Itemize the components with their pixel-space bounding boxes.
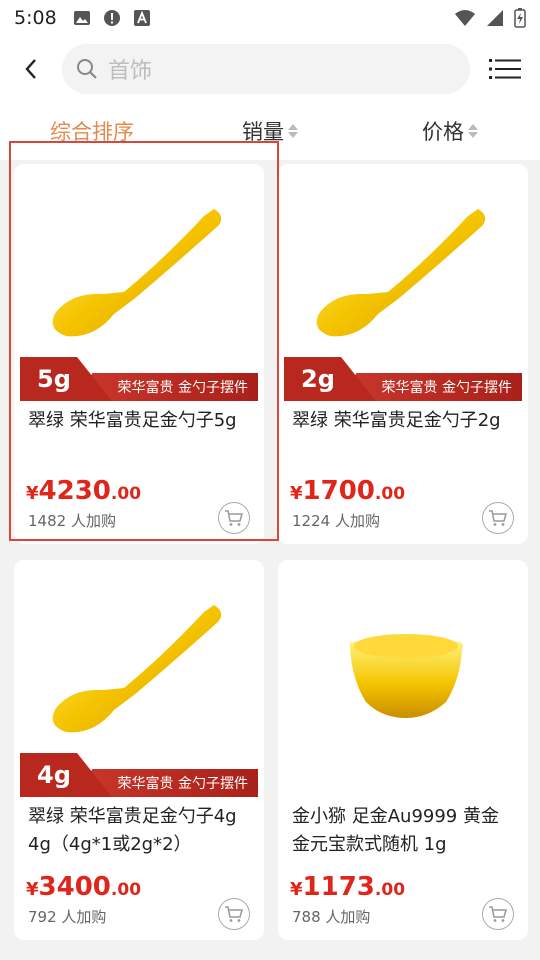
price-integer: 3400 <box>38 872 111 902</box>
price-decimal: .00 <box>110 484 142 504</box>
search-header: 首饰 <box>0 36 540 102</box>
product-ribbon: 荣华富贵 金勺子摆件 4g <box>20 753 258 797</box>
chevron-left-icon <box>25 59 36 79</box>
product-image <box>278 560 528 802</box>
search-icon <box>77 59 97 79</box>
gold-ingot-icon <box>349 634 463 718</box>
sort-arrows-icon <box>288 124 298 138</box>
cart-icon <box>225 906 243 922</box>
product-card[interactable]: 荣华富贵 金勺子摆件 2g 翠绿 荣华富贵足金勺子2g ¥1700.00 122… <box>278 164 528 544</box>
battery-charging-icon <box>514 8 526 28</box>
back-button[interactable] <box>0 36 62 102</box>
search-input[interactable]: 首饰 <box>62 44 470 94</box>
add-to-cart-button[interactable] <box>218 502 250 534</box>
add-to-cart-button[interactable] <box>218 898 250 930</box>
product-ribbon: 荣华富贵 金勺子摆件 2g <box>284 357 522 401</box>
tab-label: 价格 <box>422 120 464 144</box>
tab-price[interactable]: 价格 <box>422 102 478 160</box>
text-icon <box>133 10 150 26</box>
cart-icon <box>489 510 507 526</box>
price-decimal: .00 <box>374 484 406 504</box>
price-integer: 1700 <box>302 476 375 506</box>
product-sales: 792 人加购 <box>28 908 107 926</box>
image-icon <box>73 11 90 25</box>
price-integer: 4230 <box>38 476 111 506</box>
alert-icon <box>103 10 120 26</box>
sort-arrows-icon <box>468 124 478 138</box>
price-symbol: ¥ <box>290 483 303 504</box>
product-card[interactable]: 金小猕 足金Au9999 黄金 金元宝款式随机 1g ¥1173.00 788 … <box>278 560 528 940</box>
search-placeholder: 首饰 <box>108 59 153 84</box>
tab-label: 销量 <box>242 120 284 144</box>
cart-icon <box>489 906 507 922</box>
product-price: ¥4230.00 <box>26 476 141 506</box>
price-symbol: ¥ <box>290 879 303 900</box>
product-ribbon: 荣华富贵 金勺子摆件 5g <box>20 357 258 401</box>
product-sales: 788 人加购 <box>292 908 371 926</box>
product-sales: 1482 人加购 <box>28 512 116 530</box>
product-title: 翠绿 荣华富贵足金勺子5g <box>28 410 237 431</box>
product-price: ¥3400.00 <box>26 872 141 902</box>
tab-label: 综合排序 <box>50 120 134 144</box>
sort-bar: 综合排序 销量 价格 <box>0 102 540 160</box>
product-title: 金小猕 足金Au9999 黄金 金元宝款式随机 1g <box>292 806 499 855</box>
product-card[interactable]: 荣华富贵 金勺子摆件 4g 翠绿 荣华富贵足金勺子4g 4g（4g*1或2g*2… <box>14 560 264 940</box>
menu-button[interactable] <box>470 36 540 102</box>
price-decimal: .00 <box>374 880 406 900</box>
list-menu-icon <box>489 59 521 79</box>
price-symbol: ¥ <box>26 483 39 504</box>
status-time: 5:08 <box>14 7 57 29</box>
price-integer: 1173 <box>302 872 375 902</box>
product-title: 翠绿 荣华富贵足金勺子4g 4g（4g*1或2g*2） <box>28 806 237 855</box>
product-price: ¥1173.00 <box>290 872 405 902</box>
signal-icon <box>487 10 503 26</box>
product-card[interactable]: 荣华富贵 金勺子摆件 5g 翠绿 荣华富贵足金勺子5g ¥4230.00 148… <box>14 164 264 544</box>
cart-icon <box>225 510 243 526</box>
tab-comprehensive-sort[interactable]: 综合排序 <box>50 102 134 160</box>
add-to-cart-button[interactable] <box>482 898 514 930</box>
add-to-cart-button[interactable] <box>482 502 514 534</box>
status-bar: 5:08 <box>0 0 540 36</box>
price-symbol: ¥ <box>26 879 39 900</box>
price-decimal: .00 <box>110 880 142 900</box>
tab-sales[interactable]: 销量 <box>242 102 298 160</box>
product-title: 翠绿 荣华富贵足金勺子2g <box>292 410 501 431</box>
product-sales: 1224 人加购 <box>292 512 380 530</box>
product-price: ¥1700.00 <box>290 476 405 506</box>
wifi-icon <box>455 10 475 26</box>
